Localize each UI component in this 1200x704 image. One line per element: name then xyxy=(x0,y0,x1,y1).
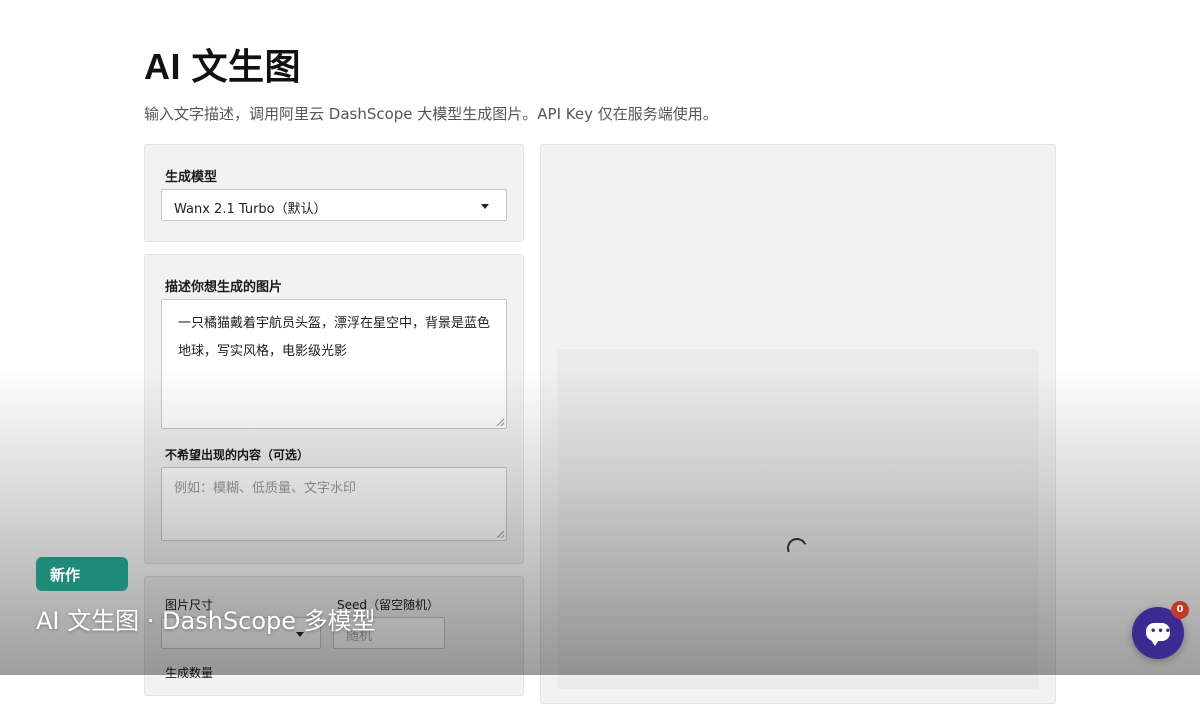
count-label: 生成数量 xyxy=(165,666,214,680)
overlay-title: AI 文生图 · DashScope 多模型 xyxy=(36,607,376,635)
new-badge: 新作 xyxy=(36,557,128,591)
prompt-text: 一只橘猫戴着宇航员头盔，漂浮在星空中，背景是蓝色地球，写实风格，电影级光影 xyxy=(178,316,491,359)
page-title: AI 文生图 xyxy=(144,46,302,87)
negative-prompt-label: 不希望出现的内容（可选） xyxy=(165,448,310,462)
resize-handle-icon[interactable] xyxy=(497,419,504,426)
model-label: 生成模型 xyxy=(165,170,218,185)
prompt-textarea[interactable]: 一只橘猫戴着宇航员头盔，漂浮在星空中，背景是蓝色地球，写实风格，电影级光影 xyxy=(161,299,507,429)
image-placeholder xyxy=(557,349,1039,689)
resize-handle-icon[interactable] xyxy=(497,531,504,538)
model-select-value: Wanx 2.1 Turbo（默认） xyxy=(174,202,327,217)
chevron-down-icon xyxy=(481,204,489,209)
negative-prompt-textarea[interactable]: 例如：模糊、低质量、文字水印 xyxy=(161,467,507,541)
model-select[interactable]: Wanx 2.1 Turbo（默认） xyxy=(161,189,507,221)
unread-count-badge: 0 xyxy=(1171,601,1189,619)
negative-prompt-placeholder: 例如：模糊、低质量、文字水印 xyxy=(174,481,357,496)
chat-icon: ••• xyxy=(1146,623,1173,646)
prompt-label: 描述你想生成的图片 xyxy=(165,280,283,295)
page: AI 文生图 输入文字描述，调用阿里云 DashScope 大模型生成图片。AP… xyxy=(0,0,1200,704)
page-subtitle: 输入文字描述，调用阿里云 DashScope 大模型生成图片。API Key 仅… xyxy=(144,105,718,123)
chat-dots: ••• xyxy=(1150,626,1173,637)
